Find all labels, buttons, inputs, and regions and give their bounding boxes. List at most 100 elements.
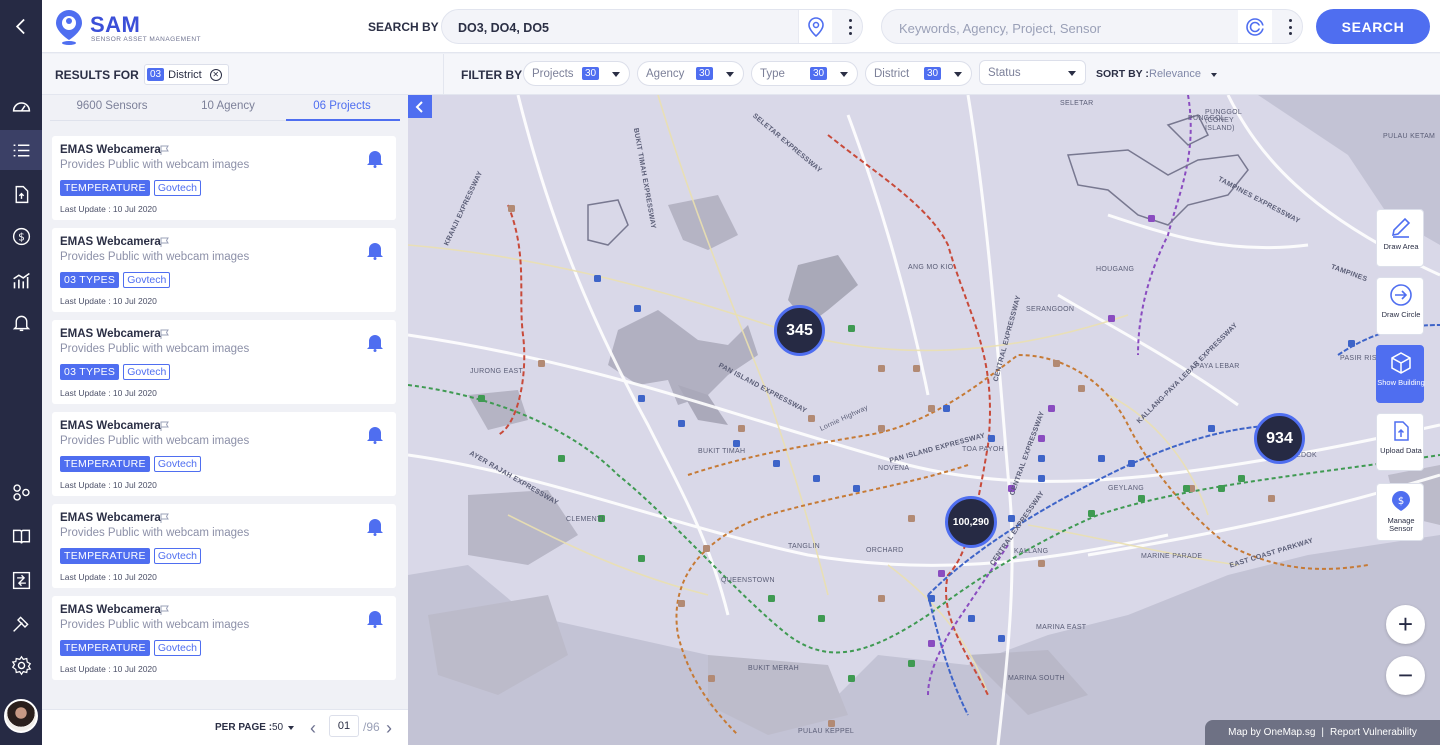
location-more-icon[interactable] — [847, 19, 853, 35]
draw-area-button[interactable]: Draw Area — [1376, 209, 1424, 267]
tab-projects[interactable]: 06 Projects — [284, 100, 400, 112]
sensor-cluster[interactable]: 934 — [1254, 413, 1305, 464]
page-number-input[interactable]: 01 — [329, 715, 359, 737]
flag-icon[interactable] — [160, 329, 170, 339]
nodes-icon[interactable] — [0, 472, 42, 512]
last-update: Last Update : 10 Jul 2020 — [60, 664, 157, 674]
bell-icon[interactable] — [366, 240, 384, 260]
card-title: EMAS Webcamera — [60, 236, 161, 248]
tool-label: Draw Area — [1383, 242, 1419, 251]
flag-icon[interactable] — [160, 605, 170, 615]
analytics-chart-icon[interactable] — [0, 260, 42, 300]
show-building-button[interactable]: Show Building — [1376, 345, 1425, 403]
sort-value[interactable]: Relevance — [1149, 68, 1201, 80]
flag-icon[interactable] — [160, 513, 170, 523]
bell-icon[interactable] — [366, 332, 384, 352]
filter-label: Agency — [646, 68, 685, 80]
gear-icon[interactable] — [0, 645, 42, 685]
agency-tag: Govtech — [153, 456, 201, 472]
flag-icon[interactable] — [160, 145, 170, 155]
zoom-out-button[interactable]: − — [1386, 656, 1425, 695]
chevron-down-icon — [726, 72, 734, 77]
bell-icon[interactable] — [366, 424, 384, 444]
tool-label: Draw Circle — [1381, 310, 1421, 319]
manage-sensor-button[interactable]: $ Manage Sensor — [1376, 483, 1424, 541]
svg-text:$: $ — [1398, 496, 1404, 507]
project-card[interactable]: EMAS Webcamera Provides Public with webc… — [52, 320, 396, 404]
chevron-down-icon — [840, 72, 848, 77]
project-card[interactable]: EMAS Webcamera Provides Public with webc… — [52, 596, 396, 680]
map-label: BUKIT TIMAH — [698, 448, 746, 455]
prev-page-icon[interactable]: ‹ — [310, 718, 316, 739]
map-view[interactable]: SELETAR PUNGGOL PUNGGOL (CONEY ISLAND) P… — [408, 95, 1440, 745]
filter-status[interactable]: Status — [979, 60, 1086, 85]
close-icon[interactable]: ✕ — [209, 68, 222, 81]
per-page-select[interactable]: 50 — [272, 722, 283, 733]
sensor-cluster[interactable]: 100,290 — [945, 496, 997, 548]
map-label: JURONG EAST — [470, 368, 524, 375]
card-title: EMAS Webcamera — [60, 420, 161, 432]
location-pin-icon[interactable] — [798, 10, 832, 43]
filter-projects[interactable]: Projects 30 — [523, 61, 630, 86]
filter-district[interactable]: District 30 — [865, 61, 972, 86]
sensor-cluster[interactable]: 345 — [774, 305, 825, 356]
upload-data-button[interactable]: Upload Data — [1376, 413, 1424, 471]
flag-icon[interactable] — [160, 237, 170, 247]
district-chip[interactable]: 03 District ✕ — [144, 64, 229, 85]
document-upload-icon[interactable] — [0, 174, 42, 214]
zoom-in-button[interactable]: + — [1386, 605, 1425, 644]
flag-icon[interactable] — [160, 421, 170, 431]
book-icon[interactable] — [0, 516, 42, 556]
last-update: Last Update : 10 Jul 2020 — [60, 572, 157, 582]
onemap-link[interactable]: Map by OneMap.sg — [1228, 727, 1315, 738]
report-vulnerability-link[interactable]: Report Vulnerability — [1330, 727, 1417, 738]
project-card[interactable]: EMAS Webcamera Provides Public with webc… — [52, 504, 396, 588]
agency-tag: Govtech — [123, 364, 171, 380]
bell-icon[interactable] — [366, 608, 384, 628]
sensor-type-tag: 03 TYPES — [60, 364, 120, 380]
chevron-down-icon — [1068, 71, 1076, 76]
map-label: TANGLIN — [788, 543, 820, 550]
back-chevron-icon[interactable] — [0, 6, 42, 46]
card-description: Provides Public with webcam images — [60, 435, 250, 447]
project-card[interactable]: EMAS Webcamera Provides Public with webc… — [52, 136, 396, 220]
filter-by-label: FILTER BY — [461, 68, 523, 82]
keyword-more-icon[interactable] — [1287, 19, 1293, 35]
location-value: DO3, DO4, DO5 — [458, 21, 549, 35]
active-tab-indicator — [286, 119, 400, 121]
dollar-icon[interactable]: $ — [0, 216, 42, 256]
next-page-icon[interactable]: › — [386, 718, 392, 739]
tab-agency[interactable]: 10 Agency — [170, 100, 286, 112]
tab-sensors[interactable]: 9600 Sensors — [54, 100, 170, 112]
bell-icon[interactable] — [366, 516, 384, 536]
filter-type[interactable]: Type 30 — [751, 61, 858, 86]
agency-tag: Govtech — [153, 548, 201, 564]
chevron-down-icon[interactable] — [1211, 73, 1217, 77]
chevron-down-icon[interactable] — [288, 726, 294, 730]
location-search-input[interactable]: DO3, DO4, DO5 — [441, 9, 863, 44]
pencil-icon — [1391, 217, 1411, 238]
bell-icon[interactable] — [0, 302, 42, 342]
left-nav-rail: $ — [0, 0, 42, 745]
draw-circle-button[interactable]: Draw Circle — [1376, 277, 1424, 335]
last-update: Last Update : 10 Jul 2020 — [60, 480, 157, 490]
user-avatar[interactable] — [4, 699, 38, 733]
filter-count: 30 — [924, 67, 942, 80]
map-label: ANG MO KIO — [908, 264, 954, 271]
filter-count: 30 — [582, 67, 600, 80]
context-search-icon[interactable] — [1238, 10, 1272, 43]
bell-icon[interactable] — [366, 148, 384, 168]
transfer-icon[interactable] — [0, 560, 42, 600]
sensor-type-tag: TEMPERATURE — [60, 548, 150, 564]
filter-agency[interactable]: Agency 30 — [637, 61, 744, 86]
keyword-search-input[interactable]: Keywords, Agency, Project, Sensor — [881, 9, 1303, 44]
sensor-type-tag: TEMPERATURE — [60, 456, 150, 472]
collapse-panel-button[interactable] — [408, 95, 432, 118]
project-card[interactable]: EMAS Webcamera Provides Public with webc… — [52, 228, 396, 312]
agency-tag: Govtech — [123, 272, 171, 288]
project-card[interactable]: EMAS Webcamera Provides Public with webc… — [52, 412, 396, 496]
search-button[interactable]: SEARCH — [1316, 9, 1430, 44]
hammer-icon[interactable] — [0, 603, 42, 643]
dashboard-gauge-icon[interactable] — [0, 86, 42, 126]
list-icon[interactable] — [0, 130, 42, 170]
